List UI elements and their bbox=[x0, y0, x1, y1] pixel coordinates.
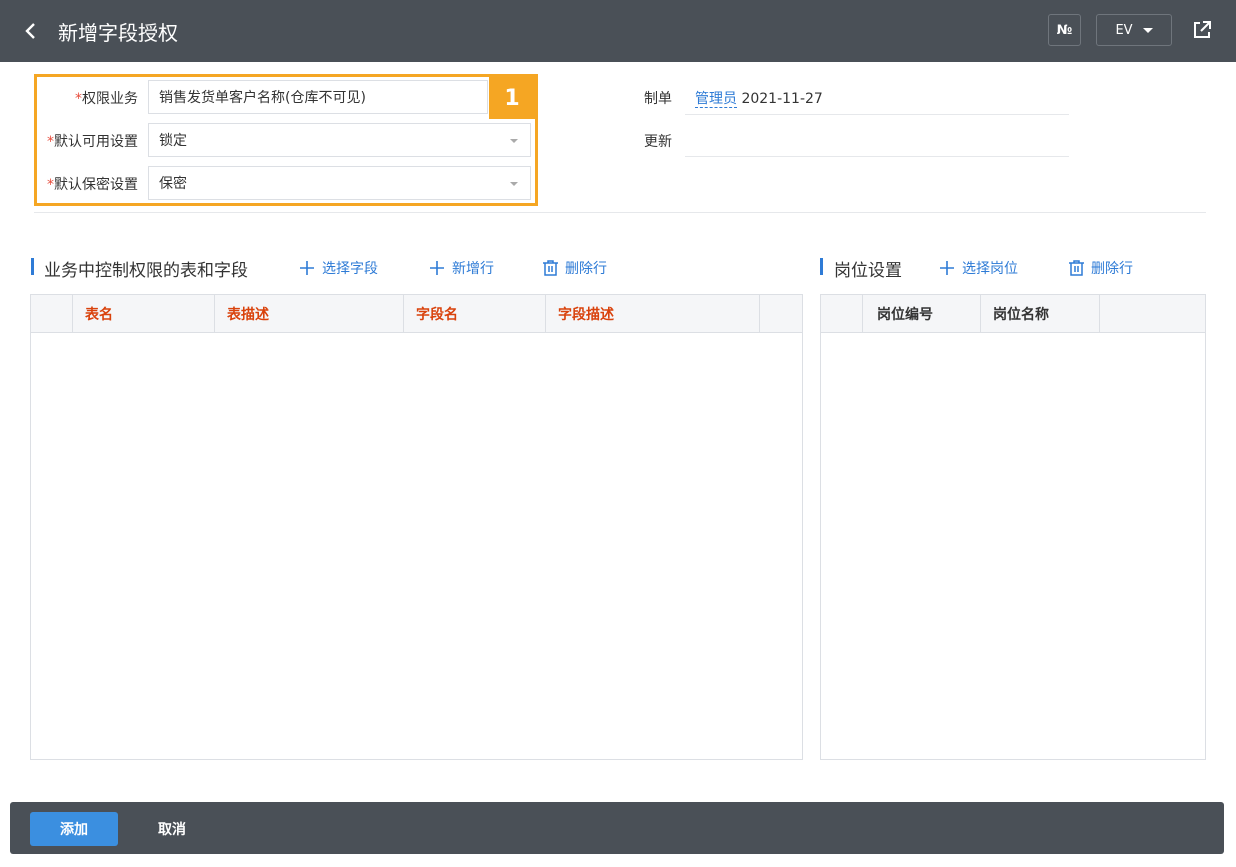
creator-link[interactable]: 管理员 bbox=[695, 91, 737, 108]
column-header[interactable]: 字段名 bbox=[404, 295, 546, 332]
column-header[interactable]: 岗位名称 bbox=[981, 295, 1100, 332]
column-header[interactable]: 表名 bbox=[73, 295, 215, 332]
external-link-icon[interactable] bbox=[1190, 18, 1214, 42]
plus-icon bbox=[300, 261, 314, 275]
default-available-select[interactable]: 锁定 bbox=[148, 123, 531, 157]
fields-section-title: 业务中控制权限的表和字段 bbox=[44, 261, 248, 281]
plus-icon bbox=[940, 261, 954, 275]
number-button[interactable]: № bbox=[1048, 14, 1081, 46]
fields-table-header: 表名 表描述 字段名 字段描述 bbox=[31, 295, 802, 333]
extra-column-header bbox=[1100, 295, 1205, 332]
business-field[interactable]: 销售发货单客户名称(仓库不可见) bbox=[148, 80, 488, 114]
add-button[interactable]: 添加 bbox=[30, 812, 118, 846]
default-secret-value: 保密 bbox=[159, 176, 187, 192]
caret-down-icon bbox=[1142, 27, 1153, 33]
default-available-label: *默认可用设置 bbox=[47, 134, 138, 150]
caret-down-icon bbox=[510, 139, 518, 143]
back-icon[interactable] bbox=[18, 16, 46, 46]
trash-icon bbox=[543, 260, 558, 276]
delete-row-button[interactable]: 删除行 bbox=[542, 258, 607, 278]
default-available-value: 锁定 bbox=[159, 133, 187, 149]
page-title: 新增字段授权 bbox=[58, 21, 178, 45]
caret-down-icon bbox=[510, 182, 518, 186]
column-header[interactable]: 岗位编号 bbox=[863, 295, 981, 332]
column-header[interactable]: 表描述 bbox=[215, 295, 404, 332]
position-table-header: 岗位编号 岗位名称 bbox=[821, 295, 1205, 333]
position-delete-row-button[interactable]: 删除行 bbox=[1068, 258, 1133, 278]
add-row-button[interactable]: 新增行 bbox=[428, 258, 494, 278]
default-secret-select[interactable]: 保密 bbox=[148, 166, 531, 200]
creator-info: 管理员 2021-11-27 bbox=[695, 88, 823, 108]
creator-underline bbox=[685, 114, 1069, 115]
cancel-button[interactable]: 取消 bbox=[158, 812, 186, 846]
position-section-title: 岗位设置 bbox=[834, 261, 902, 281]
default-secret-label: *默认保密设置 bbox=[47, 177, 138, 193]
trash-icon bbox=[1069, 260, 1084, 276]
language-label: EV bbox=[1115, 22, 1133, 38]
section-marker bbox=[31, 258, 34, 275]
plus-icon bbox=[430, 261, 444, 275]
select-position-button[interactable]: 选择岗位 bbox=[938, 258, 1018, 278]
row-index-header bbox=[821, 295, 863, 332]
language-dropdown[interactable]: EV bbox=[1096, 14, 1172, 46]
bottom-toolbar: 添加 取消 bbox=[10, 802, 1224, 854]
section-marker bbox=[820, 258, 823, 275]
section-divider bbox=[34, 212, 1206, 213]
creator-label: 制单 bbox=[644, 91, 672, 107]
step-badge: 1 bbox=[489, 77, 535, 119]
select-field-button[interactable]: 选择字段 bbox=[298, 258, 378, 278]
update-underline bbox=[685, 156, 1069, 157]
business-label: *权限业务 bbox=[75, 91, 138, 107]
row-index-header bbox=[31, 295, 73, 332]
column-header[interactable]: 字段描述 bbox=[546, 295, 760, 332]
fields-table: 表名 表描述 字段名 字段描述 bbox=[30, 294, 803, 760]
position-table: 岗位编号 岗位名称 bbox=[820, 294, 1206, 760]
extra-column-header bbox=[760, 295, 802, 332]
creator-date: 2021-11-27 bbox=[741, 91, 823, 107]
update-label: 更新 bbox=[644, 134, 672, 150]
top-header: 新增字段授权 № EV bbox=[0, 0, 1236, 62]
